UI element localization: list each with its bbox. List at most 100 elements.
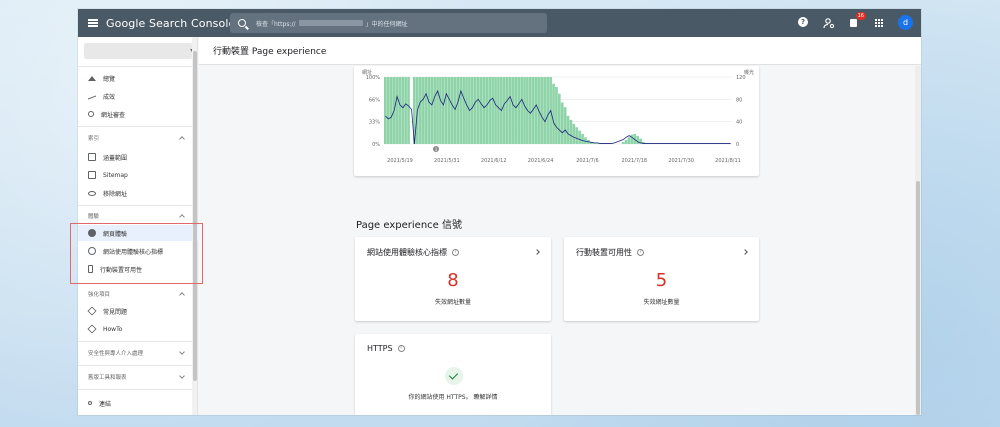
chevron-down-icon [179, 373, 185, 379]
main-scrollbar[interactable] [915, 66, 921, 415]
chart-bar [494, 77, 497, 144]
section-legacy-tools[interactable]: 舊版工具和報表 [78, 370, 198, 384]
https-card-title: HTTPS ? [367, 344, 405, 353]
x-tick-label: 2021/8/11 [715, 158, 741, 164]
notification-badge: 16 [855, 11, 866, 20]
chart-bar [421, 77, 425, 144]
chart-bar [578, 130, 581, 144]
chart-bar [384, 77, 387, 144]
url-inspection-search[interactable]: 檢查「https:// 」中的任何網址 [230, 13, 547, 33]
cwv-failing-label: 失效網址數量 [434, 299, 471, 306]
redacted-url [298, 20, 363, 26]
sidebar-item-removals[interactable]: 移除網址 [78, 185, 198, 201]
chart-bar [462, 77, 465, 144]
sidebar-item-overview[interactable]: 總覽 [78, 70, 198, 86]
x-tick-label: 2021/7/6 [576, 158, 598, 164]
top-bar: Google Search Console 檢查「https:// 」中的任何網… [78, 9, 921, 37]
help-icon[interactable]: ? [452, 249, 459, 256]
cwv-card-title: 網站使用體驗核心指標 ? [367, 247, 459, 258]
sidebar-item-howto[interactable]: HowTo [78, 321, 198, 337]
section-security[interactable]: 安全性與專人介入處理 [78, 346, 198, 360]
chart-bar [552, 83, 555, 144]
chart-bar [523, 77, 526, 144]
chart-bar [560, 102, 564, 144]
chart-bar [566, 115, 570, 144]
search-icon [238, 19, 246, 27]
search-placeholder: 檢查「https:// 」中的任何網址 [256, 20, 408, 28]
chart-bar [389, 77, 393, 144]
chart-bar [404, 77, 407, 144]
chart-bar [627, 137, 631, 144]
chart-bar [476, 77, 480, 144]
chart-bar [505, 77, 509, 144]
chart-bar [555, 87, 558, 144]
mobile-card-title: 行動裝置可用性 ? [576, 247, 644, 258]
help-icon[interactable]: ? [637, 249, 644, 256]
user-settings-icon[interactable] [823, 17, 835, 29]
chart-card: 網址 曝光 100% 120 66% 80 33% 40 0% 0 1 2021/5/19 2021/5… [354, 66, 759, 176]
chart-bar [401, 77, 405, 144]
chart-bar [465, 77, 468, 144]
apps-grid-icon[interactable] [873, 17, 885, 29]
section-experience[interactable]: 體驗 [78, 209, 198, 223]
y-tick-label-left: 100% [366, 75, 381, 81]
menu-icon[interactable] [88, 19, 98, 27]
file-icon [88, 153, 96, 161]
chart-bar [424, 77, 428, 144]
section-index[interactable]: 索引 [78, 131, 198, 145]
x-tick-label: 2021/7/18 [621, 158, 647, 164]
chart-bar [433, 77, 436, 144]
notifications-icon[interactable]: 16 [848, 11, 866, 29]
chevron-right-icon[interactable] [534, 249, 540, 255]
help-icon[interactable]: ? [397, 345, 405, 352]
chart-bar [581, 133, 584, 144]
trend-icon [88, 92, 96, 100]
chart-bar [485, 77, 489, 144]
search-icon [88, 111, 94, 117]
divider [78, 126, 198, 127]
chart-bar [508, 77, 512, 144]
sidebar-item-links[interactable]: 連結 [78, 395, 198, 411]
property-selector[interactable] [84, 43, 194, 59]
chart-bar [514, 77, 518, 144]
x-tick-label: 2021/6/12 [481, 158, 507, 164]
diamond-icon [87, 324, 97, 334]
divider [78, 365, 198, 366]
chart-bar [543, 77, 547, 144]
help-icon[interactable]: ? [798, 16, 810, 29]
core-web-vitals-card[interactable]: 網站使用體驗核心指標 ? 8 失效網址數量 [355, 237, 551, 321]
chart-bar [482, 77, 486, 144]
divider [78, 66, 198, 67]
sidebar-item-url-inspection[interactable]: 網址審查 [78, 106, 198, 122]
chevron-right-icon[interactable] [742, 249, 748, 255]
eye-off-icon [88, 191, 96, 196]
sidebar-item-sitemaps[interactable]: Sitemap [78, 167, 198, 183]
chart-bar [386, 77, 390, 144]
page-title: 行動裝置 Page experience [213, 47, 327, 57]
section-enhancements[interactable]: 強化項目 [78, 287, 198, 301]
chart-bar [520, 77, 523, 144]
sidebar-item-faq[interactable]: 常見問題 [78, 303, 198, 319]
highlight-annotation [70, 223, 203, 284]
chart-bar [540, 77, 544, 144]
app-title[interactable]: Google Search Console [106, 17, 235, 30]
main-content: 網址 曝光 100% 120 66% 80 33% 40 0% 0 1 2021/5/19 2021/5… [199, 66, 921, 415]
chart-bar [456, 77, 460, 144]
mobile-usability-card[interactable]: 行動裝置可用性 ? 5 失效網址數量 [564, 237, 759, 321]
chevron-down-icon [179, 349, 185, 355]
chevron-up-icon [179, 214, 185, 220]
top-bar-actions: ? 16 d [798, 11, 913, 30]
page-header: 行動裝置 Page experience [199, 37, 921, 65]
avatar[interactable]: d [898, 15, 913, 30]
sidebar-item-performance[interactable]: 成效 [78, 88, 198, 104]
diamond-icon [87, 306, 97, 316]
https-card[interactable]: HTTPS ? 你的網站使用 HTTPS。 瞭解詳情 [355, 334, 551, 415]
sitemap-icon [88, 171, 96, 179]
check-icon [445, 367, 463, 385]
y-tick-label-right: 80 [736, 97, 742, 103]
sidebar-item-coverage[interactable]: 涵蓋範圍 [78, 149, 198, 165]
x-tick-label: 2021/6/24 [528, 158, 554, 164]
https-status-text[interactable]: 你的網站使用 HTTPS。 瞭解詳情 [355, 392, 551, 401]
chart-bar [491, 77, 494, 144]
chart-bar [636, 135, 639, 144]
